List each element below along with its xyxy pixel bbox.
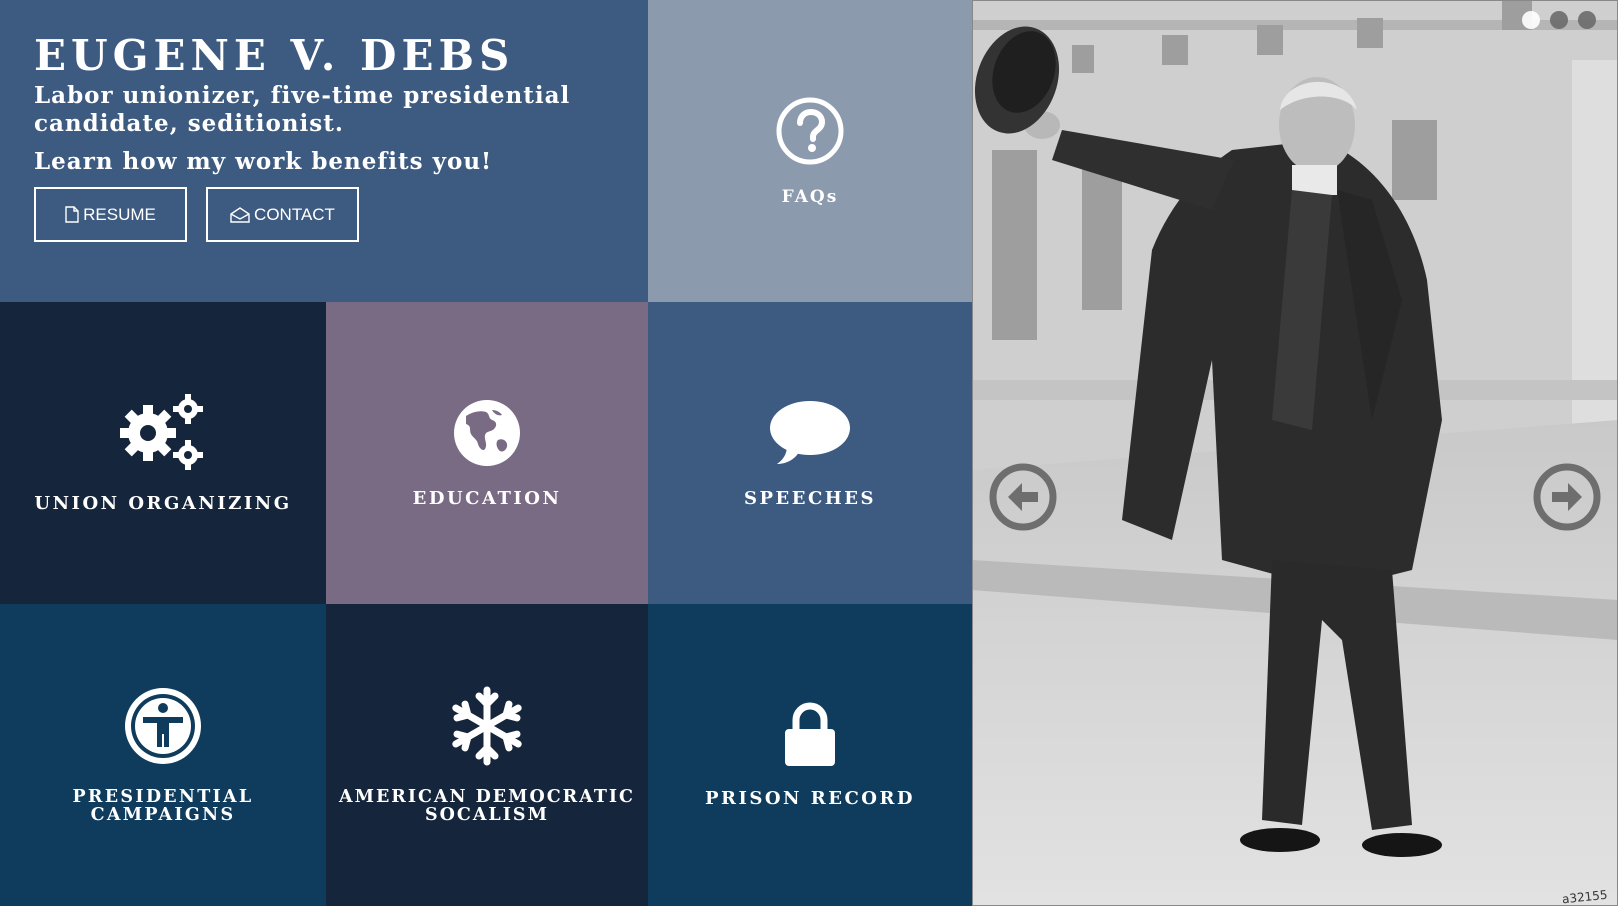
contact-label: CONTACT (254, 204, 335, 224)
gears-icon (118, 393, 208, 473)
carousel-prev-button[interactable] (988, 462, 1058, 532)
tile-presidential-campaigns[interactable]: PRESIDENTIAL CAMPAIGNS (0, 604, 326, 906)
question-circle-icon (775, 96, 845, 166)
page-title: EUGENE V. DEBS (34, 31, 515, 80)
tile-prison-record-label: PRISON RECORD (704, 788, 916, 809)
tile-education[interactable]: EDUCATION (326, 302, 648, 604)
tile-union-organizing-label: UNION ORGANIZING (34, 493, 292, 514)
historical-photo (972, 0, 1618, 906)
photo-carousel: a32155 (972, 0, 1618, 906)
tile-presidential-campaigns-label: PRESIDENTIAL CAMPAIGNS (72, 787, 254, 825)
globe-icon (452, 398, 522, 468)
tile-union-organizing[interactable]: UNION ORGANIZING (0, 302, 326, 604)
arrow-right-circle-icon (1532, 463, 1602, 536)
hero-buttons: RESUME CONTACT (34, 187, 614, 242)
tile-faqs-label: FAQs (781, 187, 839, 207)
tagline: Labor unionizer, five-time presidential … (34, 82, 571, 137)
tile-speeches-label: SPEECHES (743, 488, 877, 509)
carousel-dot-3[interactable] (1578, 11, 1596, 29)
speech-bubble-icon (769, 398, 851, 468)
arrow-left-circle-icon (988, 463, 1058, 536)
carousel-dot-1[interactable] (1522, 11, 1540, 29)
tile-speeches[interactable]: SPEECHES (648, 302, 972, 604)
tile-education-label: EDUCATION (412, 488, 562, 509)
carousel-indicators (1522, 11, 1596, 29)
carousel-dot-2[interactable] (1550, 11, 1568, 29)
lock-icon (782, 702, 838, 768)
tile-faqs[interactable]: FAQs (648, 0, 972, 302)
snowflake-icon (449, 686, 525, 766)
tile-prison-record[interactable]: PRISON RECORD (648, 604, 972, 906)
resume-button[interactable]: RESUME (34, 187, 187, 242)
document-icon (65, 206, 79, 223)
resume-label: RESUME (83, 204, 156, 224)
hero-panel: EUGENE V. DEBS Labor unionizer, five-tim… (0, 0, 648, 302)
tile-american-democratic-socialism-label: AMERICAN DEMOCRATIC SOCALISM (339, 787, 635, 825)
carousel-next-button[interactable] (1532, 462, 1602, 532)
envelope-open-icon (230, 206, 250, 223)
tile-american-democratic-socialism[interactable]: AMERICAN DEMOCRATIC SOCALISM (326, 604, 648, 906)
call-to-action: Learn how my work benefits you! (34, 148, 493, 175)
person-circle-icon (123, 686, 203, 766)
contact-button[interactable]: CONTACT (206, 187, 359, 242)
